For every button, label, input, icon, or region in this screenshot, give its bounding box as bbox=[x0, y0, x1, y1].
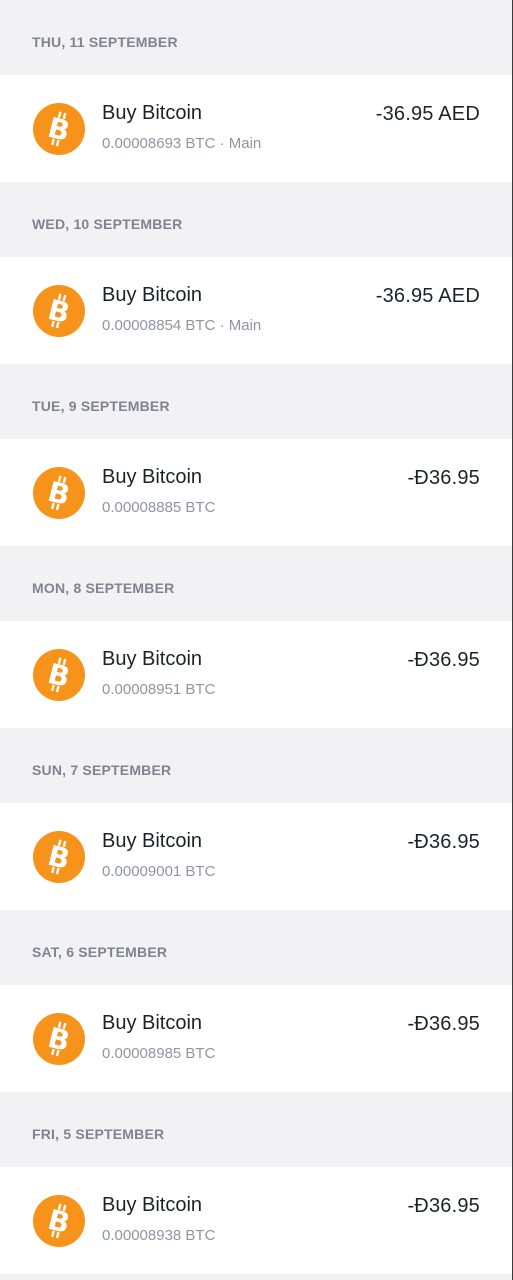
transaction-amount: -Ð36.95 bbox=[407, 467, 480, 489]
transaction-row[interactable]: B Buy Bitcoin 0.00008951 BTC -Ð36.95 bbox=[0, 621, 512, 728]
transaction-title: Buy Bitcoin bbox=[102, 102, 203, 124]
transaction-subtitle: 0.00008854 BTC · Main bbox=[102, 317, 262, 334]
transaction-amount: -Ð36.95 bbox=[407, 649, 480, 671]
transaction-row[interactable]: B Buy Bitcoin 0.00008885 BTC -Ð36.95 bbox=[0, 439, 512, 546]
bitcoin-icon: B bbox=[33, 467, 85, 519]
transaction-amount: -36.95 AED bbox=[375, 103, 480, 125]
date-header: SUN, 7 SEPTEMBER bbox=[32, 762, 172, 778]
transaction-row[interactable]: B Buy Bitcoin 0.00008854 BTC · Main -36.… bbox=[0, 257, 512, 364]
date-header: MON, 8 SEPTEMBER bbox=[32, 580, 175, 596]
transaction-amount: -Ð36.95 bbox=[407, 1195, 480, 1217]
transaction-list: THU, 11 SEPTEMBER B Buy Bitcoin 0.000086… bbox=[0, 0, 512, 1274]
transaction-subtitle: 0.00008985 BTC bbox=[102, 1045, 216, 1062]
transaction-title: Buy Bitcoin bbox=[102, 1194, 203, 1216]
transaction-row[interactable]: B Buy Bitcoin 0.00008693 BTC · Main -36.… bbox=[0, 75, 512, 182]
transaction-row[interactable]: B Buy Bitcoin 0.00009001 BTC -Ð36.95 bbox=[0, 803, 512, 910]
bitcoin-icon: B bbox=[33, 831, 85, 883]
transaction-amount: -Ð36.95 bbox=[407, 1013, 480, 1035]
bitcoin-icon: B bbox=[33, 1013, 85, 1065]
transaction-row[interactable]: B Buy Bitcoin 0.00008938 BTC -Ð36.95 bbox=[0, 1167, 512, 1274]
day-group: MON, 8 SEPTEMBER B Buy Bitcoin 0.0000895… bbox=[0, 546, 512, 728]
transaction-title: Buy Bitcoin bbox=[102, 1012, 203, 1034]
transaction-subtitle: 0.00009001 BTC bbox=[102, 863, 216, 880]
day-group: SUN, 7 SEPTEMBER B Buy Bitcoin 0.0000900… bbox=[0, 728, 512, 910]
transaction-subtitle: 0.00008938 BTC bbox=[102, 1227, 216, 1244]
day-group: TUE, 9 SEPTEMBER B Buy Bitcoin 0.0000888… bbox=[0, 364, 512, 546]
bitcoin-icon: B bbox=[33, 1195, 85, 1247]
transaction-title: Buy Bitcoin bbox=[102, 284, 203, 306]
transaction-row[interactable]: B Buy Bitcoin 0.00008985 BTC -Ð36.95 bbox=[0, 985, 512, 1092]
date-header: WED, 10 SEPTEMBER bbox=[32, 216, 183, 232]
date-header: THU, 11 SEPTEMBER bbox=[32, 34, 178, 50]
transaction-subtitle: 0.00008885 BTC bbox=[102, 499, 216, 516]
date-header: SAT, 6 SEPTEMBER bbox=[32, 944, 168, 960]
transaction-amount: -36.95 AED bbox=[375, 285, 480, 307]
transaction-amount: -Ð36.95 bbox=[407, 831, 480, 853]
day-group: THU, 11 SEPTEMBER B Buy Bitcoin 0.000086… bbox=[0, 0, 512, 182]
date-header: FRI, 5 SEPTEMBER bbox=[32, 1126, 165, 1142]
bitcoin-icon: B bbox=[33, 103, 85, 155]
transaction-subtitle: 0.00008951 BTC bbox=[102, 681, 216, 698]
bitcoin-icon: B bbox=[33, 649, 85, 701]
day-group: SAT, 6 SEPTEMBER B Buy Bitcoin 0.0000898… bbox=[0, 910, 512, 1092]
bitcoin-icon: B bbox=[33, 285, 85, 337]
transaction-title: Buy Bitcoin bbox=[102, 830, 203, 852]
transaction-title: Buy Bitcoin bbox=[102, 648, 203, 670]
date-header: TUE, 9 SEPTEMBER bbox=[32, 398, 170, 414]
day-group: WED, 10 SEPTEMBER B Buy Bitcoin 0.000088… bbox=[0, 182, 512, 364]
transaction-title: Buy Bitcoin bbox=[102, 466, 203, 488]
transaction-subtitle: 0.00008693 BTC · Main bbox=[102, 135, 262, 152]
day-group: FRI, 5 SEPTEMBER B Buy Bitcoin 0.0000893… bbox=[0, 1092, 512, 1274]
